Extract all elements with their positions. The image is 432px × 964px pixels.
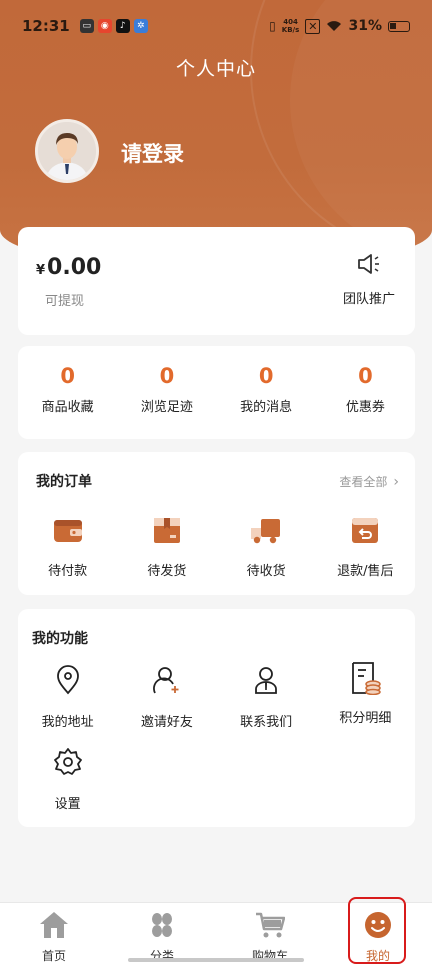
points-document-icon: [352, 662, 382, 696]
func-points-detail[interactable]: 积分明细: [316, 662, 415, 747]
order-pending-shipment[interactable]: 待发货: [117, 514, 216, 579]
order-pending-payment[interactable]: 待付款: [18, 514, 117, 579]
func-contact-us[interactable]: 联系我们: [217, 665, 316, 747]
avatar[interactable]: [35, 119, 99, 183]
tab-home[interactable]: 首页: [0, 903, 108, 964]
tab-cart[interactable]: 购物车: [216, 903, 324, 964]
withdrawable-label: 可提现: [45, 294, 85, 309]
func-label: 联系我们: [240, 715, 293, 730]
smiley-profile-icon: [365, 912, 391, 938]
add-user-icon: [152, 667, 179, 694]
stat-label: 商品收藏: [41, 400, 94, 415]
stat-coupons[interactable]: 0 优惠券: [316, 346, 415, 439]
stats-card: 0 商品收藏 0 浏览足迹 0 我的消息 0 优惠券: [18, 346, 415, 439]
gear-app-icon: ✲: [133, 19, 148, 33]
stat-label: 我的消息: [240, 400, 293, 415]
stat-history[interactable]: 0 浏览足迹: [117, 346, 216, 439]
team-promotion-button[interactable]: 团队推广: [337, 252, 401, 307]
stat-value: 0: [60, 364, 75, 388]
stat-messages[interactable]: 0 我的消息: [217, 346, 316, 439]
category-icon: [152, 913, 172, 937]
team-promotion-label: 团队推广: [342, 292, 395, 307]
order-label: 待收货: [246, 564, 286, 579]
view-all-orders-link[interactable]: 查看全部 ›: [339, 473, 399, 490]
func-settings[interactable]: 设置: [18, 747, 117, 829]
gear-icon: [53, 748, 82, 775]
order-refund-aftersale[interactable]: 退款/售后: [316, 514, 415, 579]
return-box-icon: [352, 518, 379, 543]
home-indicator[interactable]: [128, 958, 304, 962]
tab-label: 首页: [41, 949, 66, 963]
func-my-address[interactable]: 我的地址: [18, 665, 117, 747]
stat-value: 0: [258, 364, 274, 388]
stat-value: 0: [159, 364, 175, 388]
orders-title: 我的订单: [36, 474, 92, 490]
status-bar: 12:31 ▭ ◉ ♪ ✲ ▯ 404 KB/s ✕ 31%: [0, 0, 432, 52]
func-label: 我的地址: [41, 715, 94, 730]
stat-label: 浏览足迹: [140, 400, 193, 415]
cart-icon: [256, 912, 286, 938]
tab-mine[interactable]: 我的: [324, 903, 432, 964]
message-app-icon: ▭: [79, 19, 94, 33]
bottom-tab-bar: 首页 分类 购物车 我的: [0, 902, 432, 964]
home-icon: [40, 912, 68, 938]
functions-title: 我的功能: [32, 631, 88, 647]
tiktok-icon: ♪: [115, 19, 130, 33]
location-pin-icon: [56, 665, 79, 695]
truck-icon: [251, 519, 281, 544]
chevron-right-icon: ›: [393, 473, 399, 490]
status-app-icons: ▭ ◉ ♪ ✲: [79, 19, 148, 33]
currency-symbol: ¥: [36, 263, 46, 278]
contact-person-icon: [255, 667, 278, 694]
weibo-icon: ◉: [97, 19, 112, 33]
stat-label: 优惠券: [345, 400, 385, 415]
sim-off-icon: ✕: [305, 18, 321, 34]
wifi-icon: [327, 21, 342, 31]
tab-category[interactable]: 分类: [108, 903, 216, 964]
stat-favorites[interactable]: 0 商品收藏: [18, 346, 117, 439]
order-label: 待付款: [48, 564, 88, 579]
order-label: 退款/售后: [337, 564, 394, 579]
balance-amount: ¥0.00: [36, 255, 102, 280]
orders-card: 我的订单 查看全部 › 待付款 待发货 待收货 退款/售后: [18, 452, 415, 595]
func-invite-friends[interactable]: 邀请好友: [117, 665, 216, 747]
vibrate-icon: ▯: [269, 19, 276, 33]
functions-card: 我的功能 我的地址 邀请好友 联系我们 积分明细 设置: [18, 609, 415, 827]
order-label: 待发货: [147, 564, 187, 579]
megaphone-icon: [358, 254, 379, 274]
func-label: 邀请好友: [140, 715, 193, 730]
battery-percentage: 31%: [348, 18, 382, 34]
login-prompt[interactable]: 请登录: [121, 138, 184, 168]
user-avatar-icon: [38, 122, 96, 180]
net-speed: 404 KB/s: [281, 18, 300, 34]
battery-icon: [388, 20, 410, 32]
package-icon: [153, 518, 180, 543]
tab-label: 我的: [365, 949, 390, 963]
page-title: 个人中心: [175, 58, 256, 80]
status-time: 12:31: [22, 17, 70, 35]
func-label: 设置: [54, 797, 81, 812]
order-pending-receipt[interactable]: 待收货: [217, 514, 316, 579]
wallet-icon: [53, 520, 82, 542]
func-label: 积分明细: [339, 711, 392, 726]
balance-card: ¥0.00 可提现 团队推广: [18, 227, 415, 335]
stat-value: 0: [358, 364, 373, 388]
